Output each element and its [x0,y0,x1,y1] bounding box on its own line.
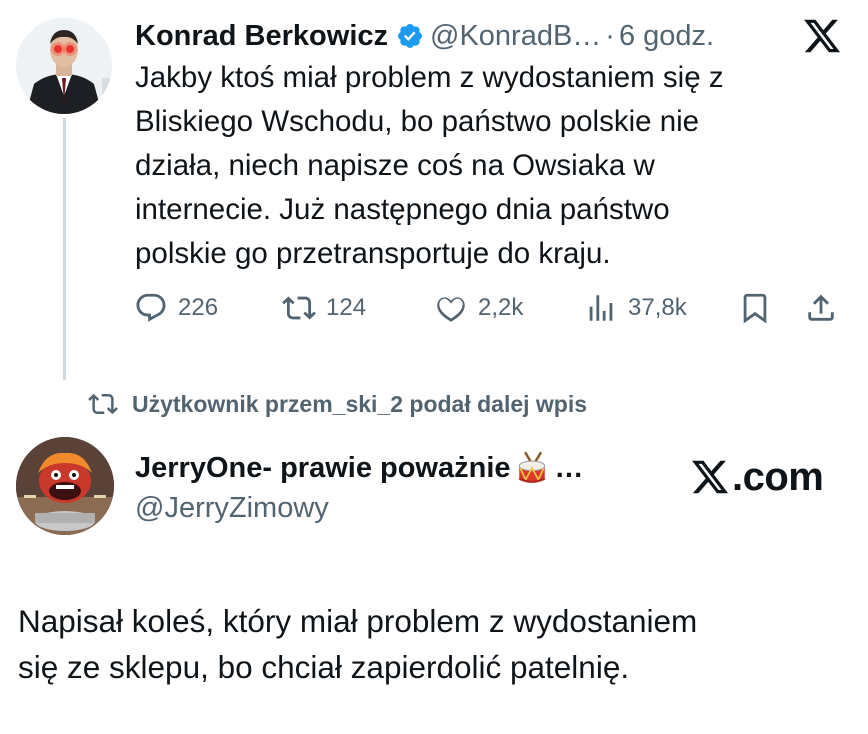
author-name[interactable]: Konrad Berkowicz [135,20,388,53]
like-count: 2,2k [478,294,524,321]
reply-icon [136,293,166,322]
author-handle[interactable]: @JerryZimowy [135,492,329,525]
tweet-text-line: Bliskiego Wschodu, bo państwo polskie ni… [135,105,700,138]
tweet-text-line: Napisał koleś, który miał problem z wydo… [18,603,698,639]
share-button[interactable] [804,288,838,328]
verified-badge-icon [398,24,422,48]
bookmark-button[interactable] [738,288,772,328]
tweet-timestamp[interactable]: 6 godz. [619,20,714,53]
bookmark-icon [743,293,767,324]
author-handle[interactable]: @KonradB… [430,20,601,53]
like-button[interactable]: 2,2k [434,288,523,328]
views-button[interactable]: 37,8k [584,288,687,328]
repost-count: 124 [326,294,367,321]
thread-connector [63,118,66,380]
drum-emoji-icon [518,451,545,483]
separator-dot: · [605,19,615,52]
share-icon [808,294,834,321]
x-logo-icon [804,19,841,53]
heart-icon [437,297,465,322]
name-truncation: … [554,451,584,484]
tweet-actions: 226 124 2,2k 37,8k [134,288,844,328]
tweet-header: Konrad Berkowicz @KonradB… · 6 godz. [135,16,714,56]
author-avatar[interactable] [16,437,114,535]
author-name[interactable]: JerryOne- prawie poważnie [135,452,511,485]
author-name-row: JerryOne- prawie poważnie … [135,448,584,488]
tweet-text-line: Jakby ktoś miał problem z wydostaniem si… [135,61,724,94]
reply-button[interactable]: 226 [134,288,218,328]
tweet-text-line: się ze sklepu, bo chciał zapierdolić pat… [18,649,630,685]
views-count: 37,8k [628,294,687,321]
tweet-text-line: internecie. Już następnego dnia państwo [135,193,670,226]
avatar-image [16,437,114,535]
x-com-branding: .com [690,454,824,500]
repost-icon [88,393,118,415]
x-logo-icon [692,460,729,494]
views-icon [589,295,613,321]
repost-button[interactable]: 124 [282,288,366,328]
reply-count: 226 [178,294,219,321]
repost-icon [282,296,316,320]
repost-notice-text: Użytkownik przem_ski_2 podał dalej wpis [132,390,588,417]
author-avatar[interactable] [16,18,112,114]
avatar-image [16,18,112,114]
repost-notice[interactable]: Użytkownik przem_ski_2 podał dalej wpis [88,386,587,422]
tweet-text-line: polskie go przetransportuje do kraju. [135,237,611,270]
tweet-text: Jakby ktoś miał problem z wydostaniem si… [135,56,825,276]
x-com-text: .com [732,454,824,499]
tweet-text: Napisał koleś, który miał problem z wydo… [18,598,858,690]
tweet-text-line: działa, niech napisze coś na Owsiaka w [135,149,655,182]
